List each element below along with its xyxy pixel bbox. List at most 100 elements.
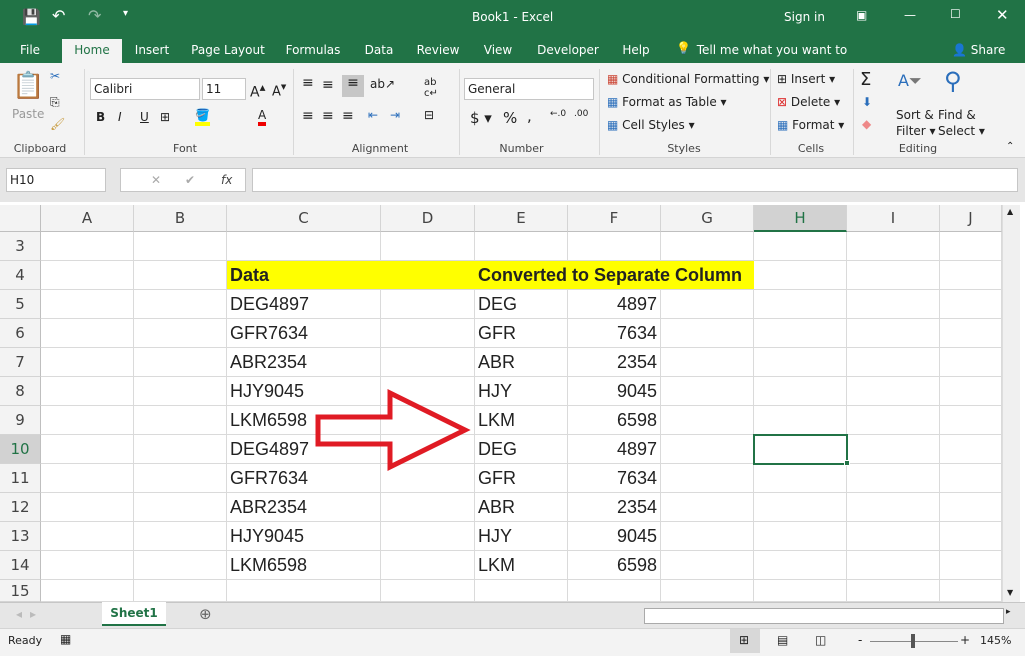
cell-i12[interactable]	[847, 493, 940, 522]
cell-a6[interactable]	[41, 319, 134, 348]
undo-icon[interactable]: ↶	[52, 6, 65, 25]
row-header-4[interactable]: 4	[0, 261, 41, 290]
cell-g14[interactable]	[661, 551, 754, 580]
decrease-indent-icon[interactable]: ⇤	[368, 108, 378, 122]
name-box[interactable]: H10	[6, 168, 106, 192]
cell-i8[interactable]	[847, 377, 940, 406]
page-layout-view-icon[interactable]: ▤	[777, 633, 788, 647]
fill-color-icon[interactable]: 🪣	[195, 108, 210, 126]
cell-e10[interactable]: DEG	[475, 435, 568, 464]
zoom-slider-thumb[interactable]	[911, 634, 915, 648]
cell-j8[interactable]	[940, 377, 1002, 406]
paste-button[interactable]: Paste	[12, 107, 44, 121]
cell-i14[interactable]	[847, 551, 940, 580]
cell-b3[interactable]	[134, 232, 227, 261]
column-header-e[interactable]: E	[475, 205, 568, 232]
cell-a9[interactable]	[41, 406, 134, 435]
cell-c5[interactable]: DEG4897	[227, 290, 381, 319]
underline-button[interactable]: U	[140, 110, 149, 124]
align-bottom-icon[interactable]: ≡	[342, 75, 364, 97]
tab-data[interactable]: Data	[360, 39, 398, 63]
cell-j3[interactable]	[940, 232, 1002, 261]
cell-b10[interactable]	[134, 435, 227, 464]
macro-record-icon[interactable]: ▦	[60, 632, 71, 646]
cell-e12[interactable]: ABR	[475, 493, 568, 522]
row-header-12[interactable]: 12	[0, 493, 41, 522]
tab-file[interactable]: File	[10, 39, 50, 63]
column-header-h[interactable]: H	[754, 205, 847, 232]
cell-h9[interactable]	[754, 406, 847, 435]
cell-b6[interactable]	[134, 319, 227, 348]
cell-styles-button[interactable]: ▦ Cell Styles ▾	[607, 118, 695, 132]
cell-h7[interactable]	[754, 348, 847, 377]
wrap-text-icon[interactable]: ab c↵	[424, 77, 438, 99]
orientation-icon[interactable]: ab↗	[370, 77, 395, 91]
cell-a5[interactable]	[41, 290, 134, 319]
cell-e8[interactable]: HJY	[475, 377, 568, 406]
cell-c10[interactable]: DEG4897	[227, 435, 381, 464]
cell-f10[interactable]: 4897	[568, 435, 661, 464]
zoom-level[interactable]: 145%	[980, 634, 1011, 647]
tab-insert[interactable]: Insert	[130, 39, 174, 63]
cell-h3[interactable]	[754, 232, 847, 261]
copy-icon[interactable]: ⎘	[50, 95, 60, 110]
new-sheet-icon[interactable]: ⊕	[199, 605, 212, 623]
cell-j7[interactable]	[940, 348, 1002, 377]
increase-decimal-icon[interactable]: ←.0	[550, 109, 566, 119]
cell-b12[interactable]	[134, 493, 227, 522]
cell-g13[interactable]	[661, 522, 754, 551]
cell-g5[interactable]	[661, 290, 754, 319]
decrease-decimal-icon[interactable]: .00	[574, 109, 588, 119]
tab-view[interactable]: View	[478, 39, 518, 63]
enter-icon[interactable]: ✔	[185, 170, 195, 190]
column-header-b[interactable]: B	[134, 205, 227, 232]
close-icon[interactable]: ✕	[996, 6, 1009, 24]
row-header-13[interactable]: 13	[0, 522, 41, 551]
cell-h6[interactable]	[754, 319, 847, 348]
align-middle-icon[interactable]: ≡	[322, 77, 334, 93]
cell-d15[interactable]	[381, 580, 475, 602]
cell-g8[interactable]	[661, 377, 754, 406]
font-color-icon[interactable]: A	[258, 108, 267, 126]
cell-h14[interactable]	[754, 551, 847, 580]
cell-g6[interactable]	[661, 319, 754, 348]
align-right-icon[interactable]: ≡	[342, 108, 354, 124]
cell-b15[interactable]	[134, 580, 227, 602]
cell-d13[interactable]	[381, 522, 475, 551]
cell-j12[interactable]	[940, 493, 1002, 522]
cell-d5[interactable]	[381, 290, 475, 319]
cell-i11[interactable]	[847, 464, 940, 493]
cell-f8[interactable]: 9045	[568, 377, 661, 406]
cell-i6[interactable]	[847, 319, 940, 348]
row-header-15[interactable]: 15	[0, 580, 41, 602]
cell-j4[interactable]	[940, 261, 1002, 290]
horizontal-scrollbar[interactable]	[644, 608, 1004, 624]
cell-i13[interactable]	[847, 522, 940, 551]
currency-icon[interactable]: $ ▾	[470, 109, 492, 127]
cell-h15[interactable]	[754, 580, 847, 602]
cell-g15[interactable]	[661, 580, 754, 602]
cell-g12[interactable]	[661, 493, 754, 522]
cell-c4[interactable]: Data	[227, 261, 381, 290]
cell-h11[interactable]	[754, 464, 847, 493]
cell-c3[interactable]	[227, 232, 381, 261]
cell-j9[interactable]	[940, 406, 1002, 435]
font-name-select[interactable]: Calibri	[90, 78, 200, 100]
scroll-down-icon[interactable]: ▼	[1007, 588, 1013, 597]
row-header-8[interactable]: 8	[0, 377, 41, 406]
cell-b7[interactable]	[134, 348, 227, 377]
cell-h8[interactable]	[754, 377, 847, 406]
cell-j5[interactable]	[940, 290, 1002, 319]
cell-b9[interactable]	[134, 406, 227, 435]
column-header-f[interactable]: F	[568, 205, 661, 232]
cell-h12[interactable]	[754, 493, 847, 522]
cell-a7[interactable]	[41, 348, 134, 377]
cell-f3[interactable]	[568, 232, 661, 261]
align-left-icon[interactable]: ≡	[302, 108, 314, 124]
cell-f12[interactable]: 2354	[568, 493, 661, 522]
cell-c7[interactable]: ABR2354	[227, 348, 381, 377]
cell-c14[interactable]: LKM6598	[227, 551, 381, 580]
next-sheet-icon[interactable]: ▸	[30, 607, 36, 621]
tab-review[interactable]: Review	[413, 39, 463, 63]
cancel-icon[interactable]: ✕	[151, 170, 161, 190]
